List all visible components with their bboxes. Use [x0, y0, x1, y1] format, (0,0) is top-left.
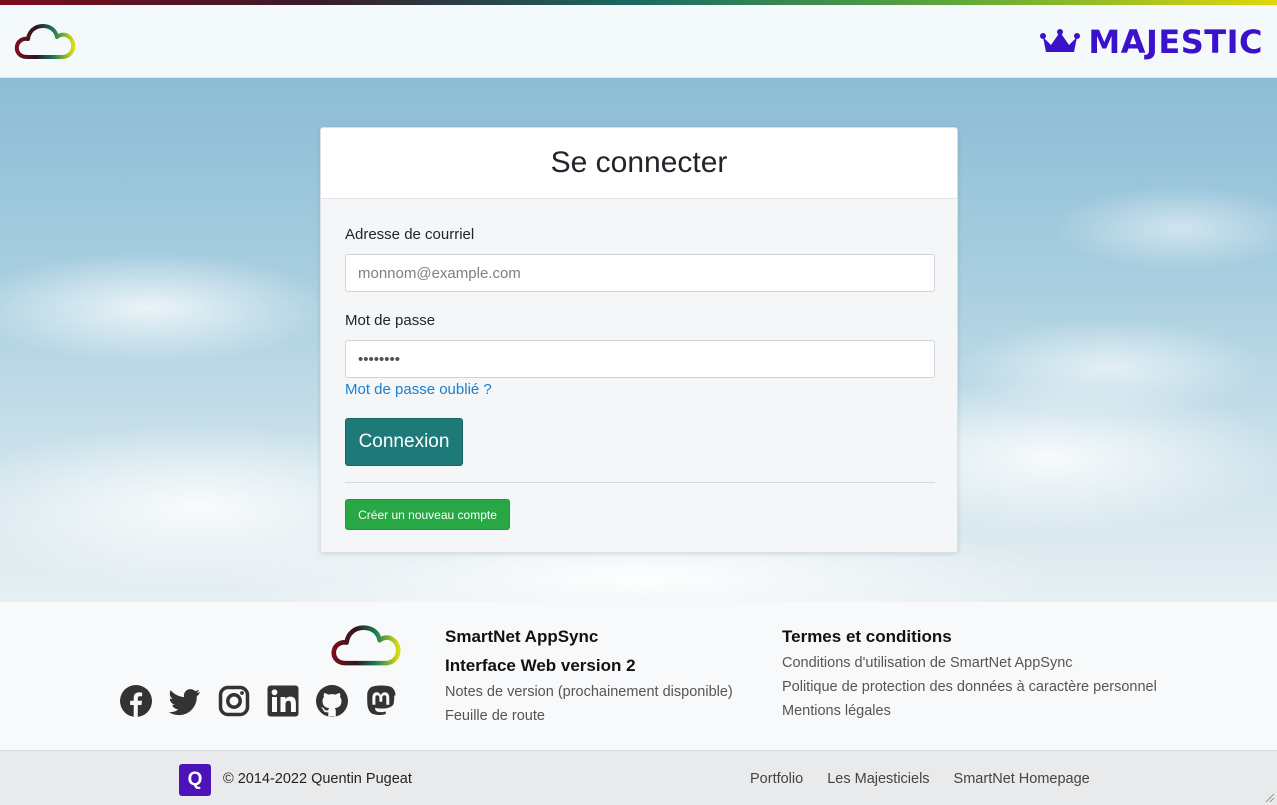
login-card-header: Se connecter [321, 128, 957, 199]
email-field[interactable] [345, 254, 935, 292]
terms-column: Termes et conditions Conditions d'utilis… [782, 622, 1157, 723]
majesticiels-link[interactable]: Les Majesticiels [827, 771, 929, 787]
password-field[interactable] [345, 340, 935, 378]
social-links [120, 685, 397, 717]
gradient-stripe [0, 0, 1277, 5]
resize-grip-icon[interactable] [1263, 791, 1275, 803]
divider [345, 482, 935, 483]
roadmap-link[interactable]: Feuille de route [445, 704, 733, 728]
legal-notice-link[interactable]: Mentions légales [782, 699, 1157, 723]
footer: SmartNet AppSync Interface Web version 2… [0, 602, 1277, 750]
release-notes-link[interactable]: Notes de version (prochainement disponib… [445, 680, 733, 704]
email-label: Adresse de courriel [345, 226, 475, 243]
product-subtitle: Interface Web version 2 [445, 656, 636, 675]
instagram-icon[interactable] [218, 685, 250, 717]
page-title: Se connecter [550, 146, 728, 179]
top-header: MAJESTIC [0, 0, 1277, 78]
copyright-text: © 2014-2022 Quentin Pugeat [223, 771, 412, 787]
create-account-button[interactable]: Créer un nouveau compte [345, 499, 510, 530]
privacy-policy-link[interactable]: Politique de protection des données à ca… [782, 675, 1157, 699]
product-column: SmartNet AppSync Interface Web version 2… [445, 622, 733, 728]
facebook-icon[interactable] [120, 685, 152, 717]
bottom-links: Portfolio Les Majesticiels SmartNet Home… [750, 771, 1090, 787]
q-logo-badge[interactable]: Q [179, 764, 211, 796]
twitter-icon[interactable] [169, 685, 201, 717]
forgot-password-link[interactable]: Mot de passe oublié ? [345, 381, 492, 398]
terms-of-use-link[interactable]: Conditions d'utilisation de SmartNet App… [782, 651, 1157, 675]
github-icon[interactable] [316, 685, 348, 717]
password-label: Mot de passe [345, 312, 436, 329]
linkedin-icon[interactable] [267, 685, 299, 717]
crown-icon [1040, 29, 1081, 52]
cloud-logo-icon [331, 625, 401, 666]
login-button[interactable]: Connexion [345, 418, 463, 466]
product-title: SmartNet AppSync [445, 627, 599, 646]
majestic-brand[interactable]: MAJESTIC [1040, 23, 1263, 61]
mastodon-icon[interactable] [365, 685, 397, 717]
terms-title: Termes et conditions [782, 627, 952, 646]
portfolio-link[interactable]: Portfolio [750, 771, 803, 787]
login-card: Se connecter Adresse de courriel Mot de … [320, 127, 958, 553]
brand-name: MAJESTIC [1088, 23, 1263, 61]
smartnet-homepage-link[interactable]: SmartNet Homepage [954, 771, 1090, 787]
bottom-bar: Q © 2014-2022 Quentin Pugeat Portfolio L… [0, 750, 1277, 805]
cloud-logo-icon[interactable] [13, 21, 77, 63]
